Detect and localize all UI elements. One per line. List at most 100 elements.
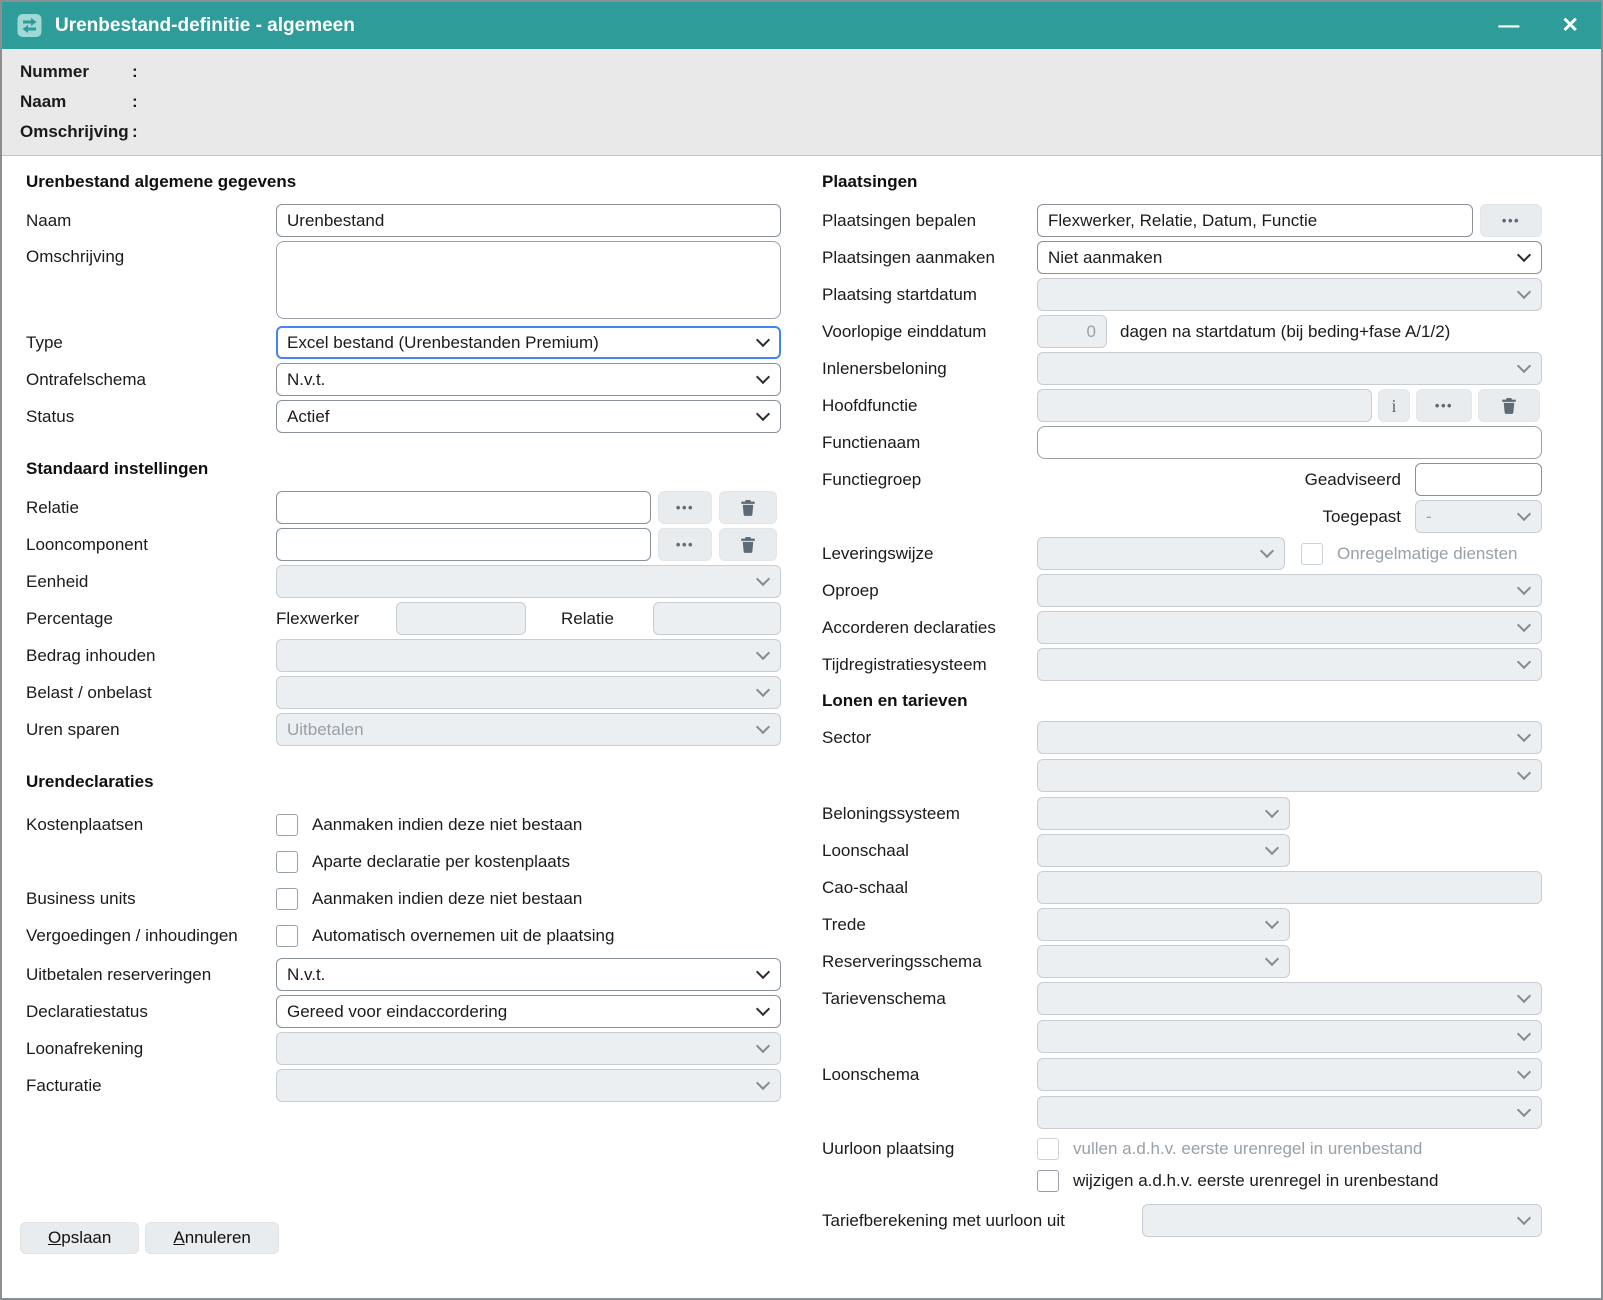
loonafrekening-label: Loonafrekening [26,1039,276,1059]
loonschaal-select [1037,834,1290,867]
aparte-declaratie-checkbox[interactable] [276,851,298,873]
declaratiestatus-select[interactable]: Gereed voor eindaccordering [276,995,781,1028]
chevron-down-icon [756,333,770,347]
chevron-down-icon [1265,915,1279,929]
chevron-down-icon [1517,248,1531,262]
record-header: Nummer: Naam: Omschrijving: [2,49,1601,156]
eenheid-label: Eenheid [26,572,276,592]
functiegroep-toegepast-label: Toegepast [1323,507,1401,527]
cao-schaal-label: Cao-schaal [822,878,1037,898]
plaatsingen-bepalen-input[interactable] [1037,204,1473,237]
plaatsingen-bepalen-label: Plaatsingen bepalen [822,211,1037,231]
inlenersbeloning-label: Inlenersbeloning [822,359,1037,379]
titlebar: Urenbestand-definitie - algemeen — ✕ [2,2,1601,49]
uitbetalen-reserveringen-select[interactable]: N.v.t. [276,958,781,991]
percentage-relatie-input [653,602,781,635]
bedrag-inhouden-select [276,639,781,672]
belast-onbelast-select [276,676,781,709]
trash-icon [739,535,757,554]
chevron-down-icon [1517,989,1531,1003]
relatie-browse-button[interactable]: ••• [658,491,712,524]
looncomponent-browse-button[interactable]: ••• [658,528,712,561]
vergoedingen-inhoudingen-label: Vergoedingen / inhoudingen [26,926,276,946]
tarievenschema-select [1037,982,1542,1015]
kostenplaatsen-label: Kostenplaatsen [26,815,276,835]
status-select[interactable]: Actief [276,400,781,433]
cao-schaal-input [1037,871,1542,904]
chevron-down-icon [756,646,770,660]
functiegroep-toegepast-select: - [1415,500,1542,533]
kostenplaatsen-aanmaken-checkbox[interactable] [276,814,298,836]
chevron-down-icon [756,1076,770,1090]
functienaam-input[interactable] [1037,426,1542,459]
chevron-down-icon [756,965,770,979]
type-select[interactable]: Excel bestand (Urenbestanden Premium) [276,326,781,359]
bedrag-inhouden-label: Bedrag inhouden [26,646,276,666]
chevron-down-icon [1265,841,1279,855]
uren-sparen-select: Uitbetalen [276,713,781,746]
annuleren-button[interactable]: Annuleren [145,1222,279,1254]
sector-select-2 [1037,759,1542,792]
opslaan-button[interactable]: Opslaan [20,1222,139,1254]
ontrafelschema-label: Ontrafelschema [26,370,276,390]
vergoedingen-overnemen-checkbox[interactable] [276,925,298,947]
uurloon-wijzigen-checkbox[interactable] [1037,1170,1059,1192]
hoofdfunctie-label: Hoofdfunctie [822,396,1037,416]
uurloon-wijzigen-checkbox-label: wijzigen a.d.h.v. eerste urenregel in ur… [1073,1171,1438,1191]
relatie-delete-button[interactable] [719,491,777,524]
onregelmatige-diensten-checkbox-label: Onregelmatige diensten [1337,544,1518,564]
naam-header-label: Naam [20,92,132,112]
section-standaard-instellingen: Standaard instellingen [26,459,782,479]
oproep-label: Oproep [822,581,1037,601]
naam-label: Naam [26,211,276,231]
aparte-declaratie-checkbox-label: Aparte declaratie per kostenplaats [312,852,570,872]
percentage-flexwerker-label: Flexwerker [276,609,396,629]
ontrafelschema-select[interactable]: N.v.t. [276,363,781,396]
chevron-down-icon [1517,655,1531,669]
beloningssysteem-label: Beloningssysteem [822,804,1037,824]
minimize-button[interactable]: — [1492,11,1525,40]
voorlopige-einddatum-input [1037,315,1107,348]
omschrijving-label: Omschrijving [26,241,276,267]
looncomponent-delete-button[interactable] [719,528,777,561]
chevron-down-icon [1517,581,1531,595]
oproep-select [1037,574,1542,607]
looncomponent-input[interactable] [276,528,651,561]
business-units-aanmaken-checkbox[interactable] [276,888,298,910]
functiegroep-geadviseerd-label: Geadviseerd [1305,470,1401,490]
kostenplaatsen-aanmaken-checkbox-label: Aanmaken indien deze niet bestaan [312,815,582,835]
inlenersbeloning-select [1037,352,1542,385]
omschrijving-textarea[interactable] [276,241,781,319]
loonschaal-label: Loonschaal [822,841,1037,861]
sector-select [1037,721,1542,754]
declaratiestatus-label: Declaratiestatus [26,1002,276,1022]
functiegroep-geadviseerd-input[interactable] [1415,463,1542,496]
omschrijving-colon: : [132,122,138,142]
hoofdfunctie-browse-button[interactable]: ••• [1416,389,1472,422]
relatie-input[interactable] [276,491,651,524]
info-icon: i [1391,397,1396,415]
chevron-down-icon [1517,1027,1531,1041]
chevron-down-icon [756,1002,770,1016]
close-button[interactable]: ✕ [1555,11,1585,40]
plaatsingen-aanmaken-label: Plaatsingen aanmaken [822,248,1037,268]
section-lonen-en-tarieven: Lonen en tarieven [822,691,1544,711]
loonschema-select-2 [1037,1096,1542,1129]
percentage-label: Percentage [26,609,276,629]
uren-sparen-label: Uren sparen [26,720,276,740]
hoofdfunctie-delete-button[interactable] [1478,389,1540,422]
ellipsis-icon: ••• [1435,399,1453,412]
tariefberekening-select [1142,1204,1542,1237]
ellipsis-icon: ••• [1502,214,1520,227]
plaatsingen-bepalen-browse-button[interactable]: ••• [1480,204,1542,237]
trede-select [1037,908,1290,941]
ellipsis-icon: ••• [676,538,694,551]
business-units-aanmaken-checkbox-label: Aanmaken indien deze niet bestaan [312,889,582,909]
facturatie-label: Facturatie [26,1076,276,1096]
chevron-down-icon [1517,1211,1531,1225]
naam-input[interactable] [276,204,781,237]
uurloon-plaatsing-label: Uurloon plaatsing [822,1139,1037,1159]
plaatsingen-aanmaken-select[interactable]: Niet aanmaken [1037,241,1542,274]
hoofdfunctie-info-button[interactable]: i [1378,389,1410,422]
tijdregistratiesysteem-label: Tijdregistratiesysteem [822,655,1037,675]
